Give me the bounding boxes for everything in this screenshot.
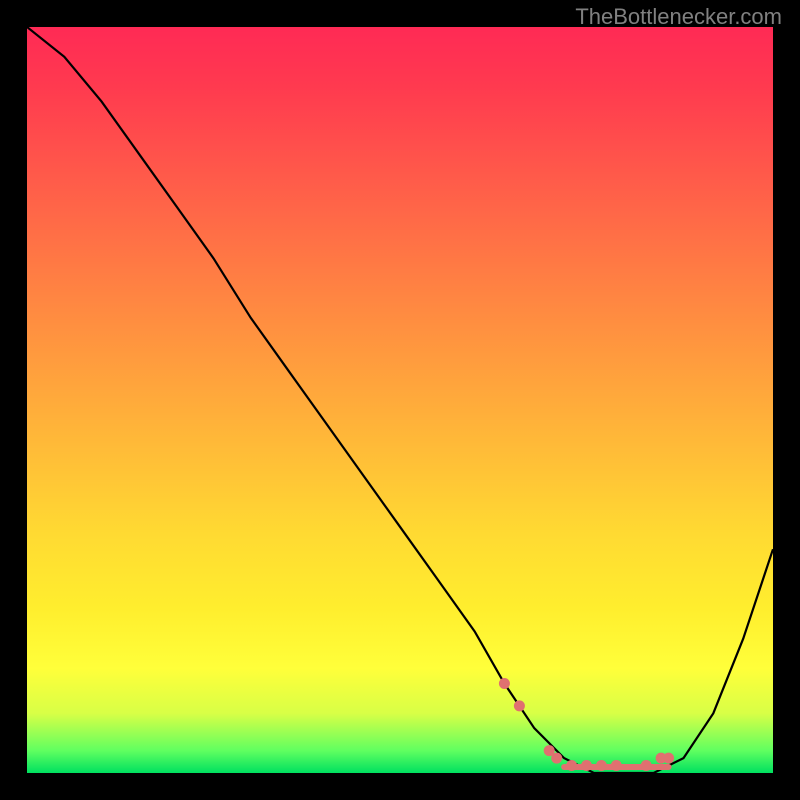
- data-marker: [551, 753, 562, 764]
- data-marker: [566, 760, 577, 771]
- data-marker: [581, 760, 592, 771]
- data-marker: [596, 760, 607, 771]
- plot-area: [27, 27, 773, 773]
- data-marker: [611, 760, 622, 771]
- data-marker: [514, 700, 525, 711]
- bottleneck-curve: [27, 27, 773, 773]
- data-marker: [663, 753, 674, 764]
- data-marker: [499, 678, 510, 689]
- data-marker: [641, 760, 652, 771]
